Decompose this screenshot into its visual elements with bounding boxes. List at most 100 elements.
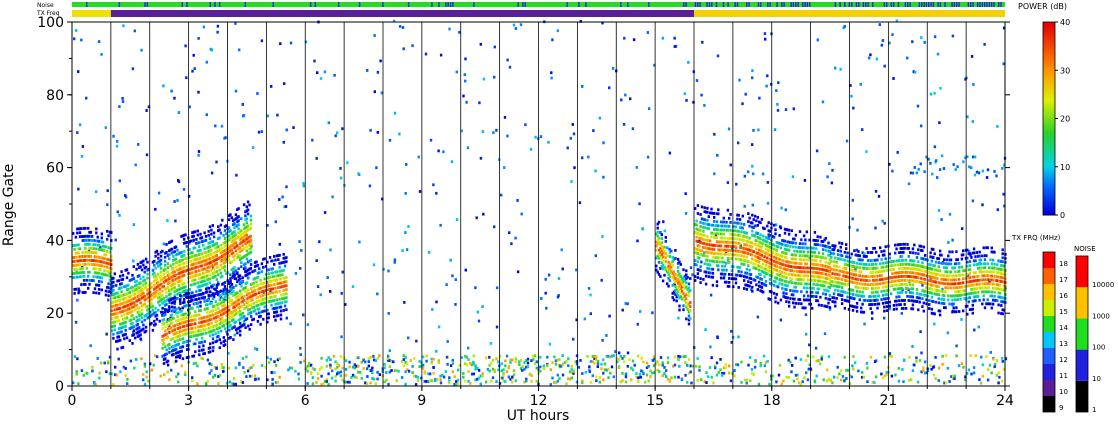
band-e-cell (715, 260, 719, 264)
band-a-cell (95, 227, 98, 231)
band-b-cell (249, 218, 253, 222)
band-b-cell (142, 291, 145, 295)
band-c-cell (175, 347, 178, 351)
band-b-cell (143, 270, 146, 274)
band-c-cell (177, 306, 181, 310)
band-e-cell (759, 233, 762, 237)
ground-scatter-cell (677, 358, 680, 361)
band-b-cell (229, 273, 232, 277)
noise-cell (637, 376, 640, 380)
noise-cell (387, 382, 390, 386)
ground-scatter-cell (451, 370, 454, 374)
noise-cell (874, 226, 877, 230)
noise-cell (816, 38, 819, 42)
noise-cell (839, 67, 842, 71)
band-b-cell (138, 274, 141, 277)
band-c-cell (221, 316, 224, 320)
band-b-cell (204, 251, 208, 254)
band-b-cell (166, 286, 170, 289)
ground-scatter-cell (472, 372, 475, 376)
noise-cell (393, 111, 397, 115)
band-c-cell (249, 303, 253, 306)
ground-scatter-cell (407, 369, 411, 373)
band-b-cell (134, 292, 137, 296)
noise-bar-tick (272, 2, 274, 7)
band-e-cell (728, 261, 731, 264)
band-b-cell (140, 308, 144, 312)
band-a-cell (110, 267, 113, 270)
noise-cell (639, 310, 642, 313)
noise-cell (764, 37, 767, 41)
noise-cell (289, 322, 292, 326)
ground-scatter-cell (337, 364, 341, 368)
noise-cell (684, 373, 687, 377)
band-b-cell (116, 311, 119, 315)
noise-cell (729, 379, 733, 383)
band-e-cell (737, 229, 740, 233)
ground-scatter-cell (533, 354, 537, 358)
band-e-cell (797, 282, 800, 285)
ground-scatter-cell (995, 359, 999, 362)
band-c-cell (172, 336, 175, 340)
noise-cell (248, 374, 252, 378)
noise-bar-tick (694, 2, 697, 7)
band-e-cell (740, 270, 743, 274)
noise-cell (815, 149, 819, 153)
band-e-cell (699, 269, 702, 272)
noise-cell (940, 154, 944, 158)
band-e-cell (775, 265, 778, 268)
band-b-cell (246, 224, 250, 228)
band-b-cell (200, 252, 204, 256)
noise-cell (424, 52, 428, 56)
band-c-cell (183, 324, 186, 328)
noise-cell (867, 56, 871, 60)
noise-bar-tick (748, 2, 750, 7)
band-c-cell (209, 346, 212, 350)
band-e-cell (800, 290, 803, 294)
noise-cell (880, 43, 883, 47)
band-e-cell (728, 277, 731, 280)
band-b-cell (198, 241, 201, 244)
ground-scatter-cell (572, 369, 575, 373)
ground-scatter-cell (679, 355, 682, 359)
noise-cell (205, 113, 208, 117)
noise-bar-tick (886, 2, 888, 7)
band-b-cell (154, 310, 157, 314)
noise-cell (417, 155, 420, 159)
band-c-cell (273, 275, 276, 278)
ground-scatter-cell (553, 355, 556, 359)
band-c-cell (241, 279, 245, 283)
band-b-cell (176, 248, 179, 252)
ground-scatter-cell (325, 358, 329, 362)
band-e-cell (745, 243, 749, 247)
band-c-cell (232, 286, 235, 289)
ground-scatter-cell (962, 365, 965, 369)
band-c-cell (244, 270, 247, 273)
band-b-cell (191, 291, 194, 295)
band-d-cell (670, 249, 673, 253)
band-b-cell (232, 251, 235, 255)
ground-scatter-cell (177, 372, 180, 376)
band-b-cell (219, 223, 223, 227)
band-e-cell (699, 265, 702, 268)
band-c-cell (267, 272, 270, 276)
band-c-cell (211, 297, 215, 301)
noise-cell (907, 182, 911, 186)
noise-cell (524, 123, 527, 127)
ground-scatter-cell (253, 374, 257, 378)
band-b-cell (249, 222, 253, 226)
band-b-cell (237, 223, 240, 227)
ground-scatter-cell (607, 376, 610, 379)
noise-cell (114, 238, 117, 242)
noise-cell (691, 273, 694, 277)
band-e-cell (783, 231, 787, 235)
band-b-cell (229, 213, 232, 217)
noise-cell (993, 170, 996, 173)
noise-bar-tick (872, 2, 874, 7)
noise-cell (387, 312, 390, 315)
ground-scatter-cell (372, 377, 376, 381)
ground-scatter-cell (586, 355, 589, 358)
band-c-cell (172, 316, 175, 320)
band-b-cell (158, 303, 161, 307)
band-b-cell (185, 265, 189, 268)
